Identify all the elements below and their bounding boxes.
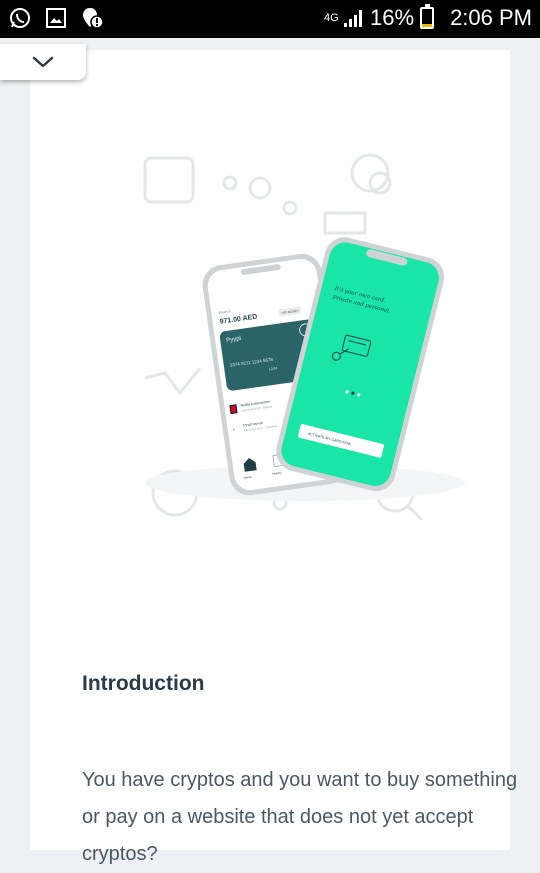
location-alert-icon bbox=[83, 8, 104, 29]
battery-percent: 16% bbox=[370, 5, 415, 30]
section-heading: Introduction bbox=[82, 672, 205, 695]
database-icon bbox=[143, 156, 195, 204]
whatsapp-icon bbox=[10, 8, 30, 28]
status-bar: 4G 16% 2:06 PM bbox=[0, 0, 540, 38]
signal-icon bbox=[344, 10, 363, 27]
circuit-icon bbox=[323, 211, 367, 235]
chart-icon bbox=[144, 367, 202, 396]
battery-fill bbox=[422, 24, 433, 27]
gallery-icon bbox=[46, 8, 66, 28]
collapse-toggle-button[interactable] bbox=[0, 44, 86, 80]
hero-illustration: Balance 971.00 AED TOP MONEY Pyypl 3374 … bbox=[143, 153, 465, 522]
page-top-divider bbox=[30, 38, 510, 50]
intro-paragraph: You have cryptos and you want to buy som… bbox=[82, 769, 518, 865]
network-type: 4G bbox=[324, 11, 339, 24]
chevron-down-icon bbox=[32, 56, 54, 68]
battery-icon bbox=[420, 4, 435, 29]
clock: 2:06 PM bbox=[450, 5, 532, 30]
article-page: Balance 971.00 AED TOP MONEY Pyypl 3374 … bbox=[30, 38, 517, 865]
network-node-icon bbox=[248, 176, 272, 200]
